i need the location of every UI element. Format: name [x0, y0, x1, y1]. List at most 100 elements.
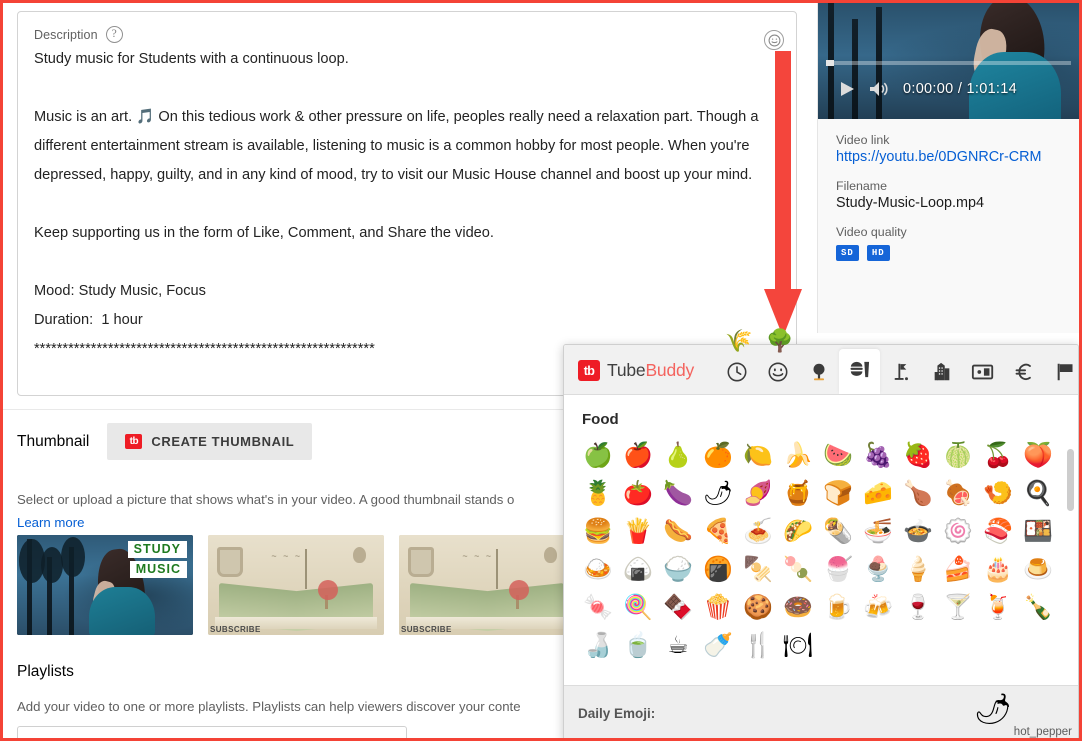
emoji-cell[interactable]: 🍞 [818, 474, 858, 512]
emoji-cell[interactable]: 🍧 [818, 550, 858, 588]
emoji-cell[interactable]: 🍌 [778, 436, 818, 474]
vertical-scrollbar[interactable] [1067, 441, 1074, 641]
emoji-cell[interactable]: 🌮 [778, 512, 818, 550]
emoji-cell[interactable]: 🍠 [738, 474, 778, 512]
video-link-label: Video link [836, 133, 890, 147]
emoji-cell[interactable]: 🍶 [578, 626, 618, 664]
emoji-cell[interactable]: 🍴 [738, 626, 778, 664]
book-thumbnail-1[interactable]: ~ ~ ~ SUBSCRIBE [208, 535, 384, 635]
emoji-face-icon[interactable] [764, 30, 784, 50]
emoji-cell[interactable]: 🍯 [778, 474, 818, 512]
emoji-cell[interactable]: 🍷 [898, 588, 938, 626]
emoji-cell[interactable]: 🍩 [778, 588, 818, 626]
emoji-cell[interactable]: 🍙 [618, 550, 658, 588]
emoji-cell[interactable]: 🍖 [938, 474, 978, 512]
video-link-value[interactable]: https://youtu.be/0DGNRCr-CRM [836, 149, 1061, 165]
tab-food[interactable] [839, 349, 881, 394]
emoji-cell[interactable]: 🍸 [938, 588, 978, 626]
description-textarea[interactable]: Study music for Students with a continuo… [18, 45, 796, 375]
progress-handle[interactable] [826, 60, 834, 66]
emoji-cell[interactable]: 🌶 [698, 474, 738, 512]
emoji-cell[interactable]: 🍰 [938, 550, 978, 588]
emoji-cell[interactable]: 🍽 [778, 626, 818, 664]
help-circle-icon[interactable]: ? [105, 26, 123, 43]
food-icon [848, 358, 871, 386]
video-preview-panel: 0:00:00 / 1:01:14 Video link https://you… [817, 3, 1079, 333]
create-thumbnail-button[interactable]: tb CREATE THUMBNAIL [107, 423, 313, 460]
emoji-cell[interactable]: 🍡 [778, 550, 818, 588]
emoji-cell[interactable]: 🍎 [618, 436, 658, 474]
emoji-cell[interactable]: 🍬 [578, 588, 618, 626]
emoji-cell[interactable]: 🍦 [898, 550, 938, 588]
emoji-cell[interactable]: 🍣 [978, 512, 1018, 550]
emoji-cell[interactable]: 🍊 [698, 436, 738, 474]
emoji-cell[interactable]: 🍆 [658, 474, 698, 512]
emoji-cell[interactable]: 🍿 [698, 588, 738, 626]
emoji-cell[interactable]: 🍱 [1018, 512, 1058, 550]
tab-nature[interactable] [798, 354, 839, 394]
emoji-cell[interactable]: 🍉 [818, 436, 858, 474]
tab-symbols[interactable] [1003, 354, 1044, 394]
emoji-cell[interactable]: 🌭 [658, 512, 698, 550]
emoji-cell[interactable]: 🍇 [858, 436, 898, 474]
video-progress-bar[interactable] [826, 60, 1071, 66]
emoji-cell[interactable]: ☕ [658, 626, 698, 664]
book-thumbnail-2[interactable]: ~ ~ ~ SUBSCRIBE [399, 535, 575, 635]
emoji-cell[interactable]: 🍚 [658, 550, 698, 588]
emoji-cell[interactable]: 🍈 [938, 436, 978, 474]
emoji-cell[interactable]: 🍥 [938, 512, 978, 550]
emoji-cell[interactable]: 🍳 [1018, 474, 1058, 512]
emoji-cell[interactable]: 🍲 [898, 512, 938, 550]
emoji-cell[interactable]: 🍮 [1018, 550, 1058, 588]
tab-activity[interactable] [880, 354, 921, 394]
emoji-cell[interactable]: 🍝 [738, 512, 778, 550]
tab-recent[interactable] [716, 354, 757, 394]
emoji-cell[interactable]: 🍏 [578, 436, 618, 474]
emoji-cell[interactable]: 🍹 [978, 588, 1018, 626]
playlists-select[interactable] [17, 726, 407, 738]
emoji-cell[interactable]: 🍒 [978, 436, 1018, 474]
emoji-cell[interactable]: 🍍 [578, 474, 618, 512]
emoji-cell[interactable]: 🍟 [618, 512, 658, 550]
emoji-cell[interactable]: 🍾 [1018, 588, 1058, 626]
emoji-cell[interactable]: 🍨 [858, 550, 898, 588]
emoji-cell[interactable]: 🧀 [858, 474, 898, 512]
description-card: Description ? Study music for Students w… [17, 11, 797, 396]
emoji-cell[interactable]: 🍔 [578, 512, 618, 550]
current-time: 0:00:00 [903, 81, 954, 97]
thumbnail-help-line: Select or upload a picture that shows wh… [17, 492, 515, 507]
emoji-cell[interactable]: 🍭 [618, 588, 658, 626]
emoji-cell[interactable]: 🍢 [738, 550, 778, 588]
emoji-cell[interactable]: 🍕 [698, 512, 738, 550]
video-player[interactable]: 0:00:00 / 1:01:14 [818, 3, 1079, 119]
volume-icon[interactable] [869, 81, 889, 97]
tab-travel[interactable] [921, 354, 962, 394]
emoji-cell[interactable]: 🍪 [738, 588, 778, 626]
tab-flags[interactable] [1044, 354, 1078, 394]
emoji-cell[interactable]: 🍵 [618, 626, 658, 664]
emoji-cell[interactable]: 🍺 [818, 588, 858, 626]
emoji-cell[interactable]: 🍘 [698, 550, 738, 588]
daily-emoji-glyph[interactable]: 🌶 [974, 692, 1012, 727]
emoji-cell[interactable]: 🍻 [858, 588, 898, 626]
emoji-cell[interactable]: 🍋 [738, 436, 778, 474]
tab-smileys[interactable] [757, 354, 798, 394]
emoji-cell[interactable]: 🍓 [898, 436, 938, 474]
emoji-cell[interactable]: 🍤 [978, 474, 1018, 512]
emoji-cell[interactable]: 🍜 [858, 512, 898, 550]
emoji-cell[interactable]: 🍗 [898, 474, 938, 512]
emoji-cell[interactable]: 🍅 [618, 474, 658, 512]
emoji-cell[interactable]: 🍐 [658, 436, 698, 474]
emoji-cell[interactable]: 🍛 [578, 550, 618, 588]
emoji-cell[interactable]: 🍼 [698, 626, 738, 664]
building-icon [931, 361, 953, 388]
study-music-thumbnail[interactable]: STUDY MUSIC [17, 535, 193, 635]
play-icon[interactable] [840, 81, 855, 97]
subscribe-tag-label: SUBSCRIBE [210, 625, 261, 634]
emoji-cell[interactable]: 🌯 [818, 512, 858, 550]
tab-objects[interactable] [962, 354, 1003, 394]
emoji-cell[interactable]: 🍑 [1018, 436, 1058, 474]
emoji-cell[interactable]: 🎂 [978, 550, 1018, 588]
emoji-cell[interactable]: 🍫 [658, 588, 698, 626]
tubebuddy-logo: tb TubeBuddy [564, 360, 708, 394]
